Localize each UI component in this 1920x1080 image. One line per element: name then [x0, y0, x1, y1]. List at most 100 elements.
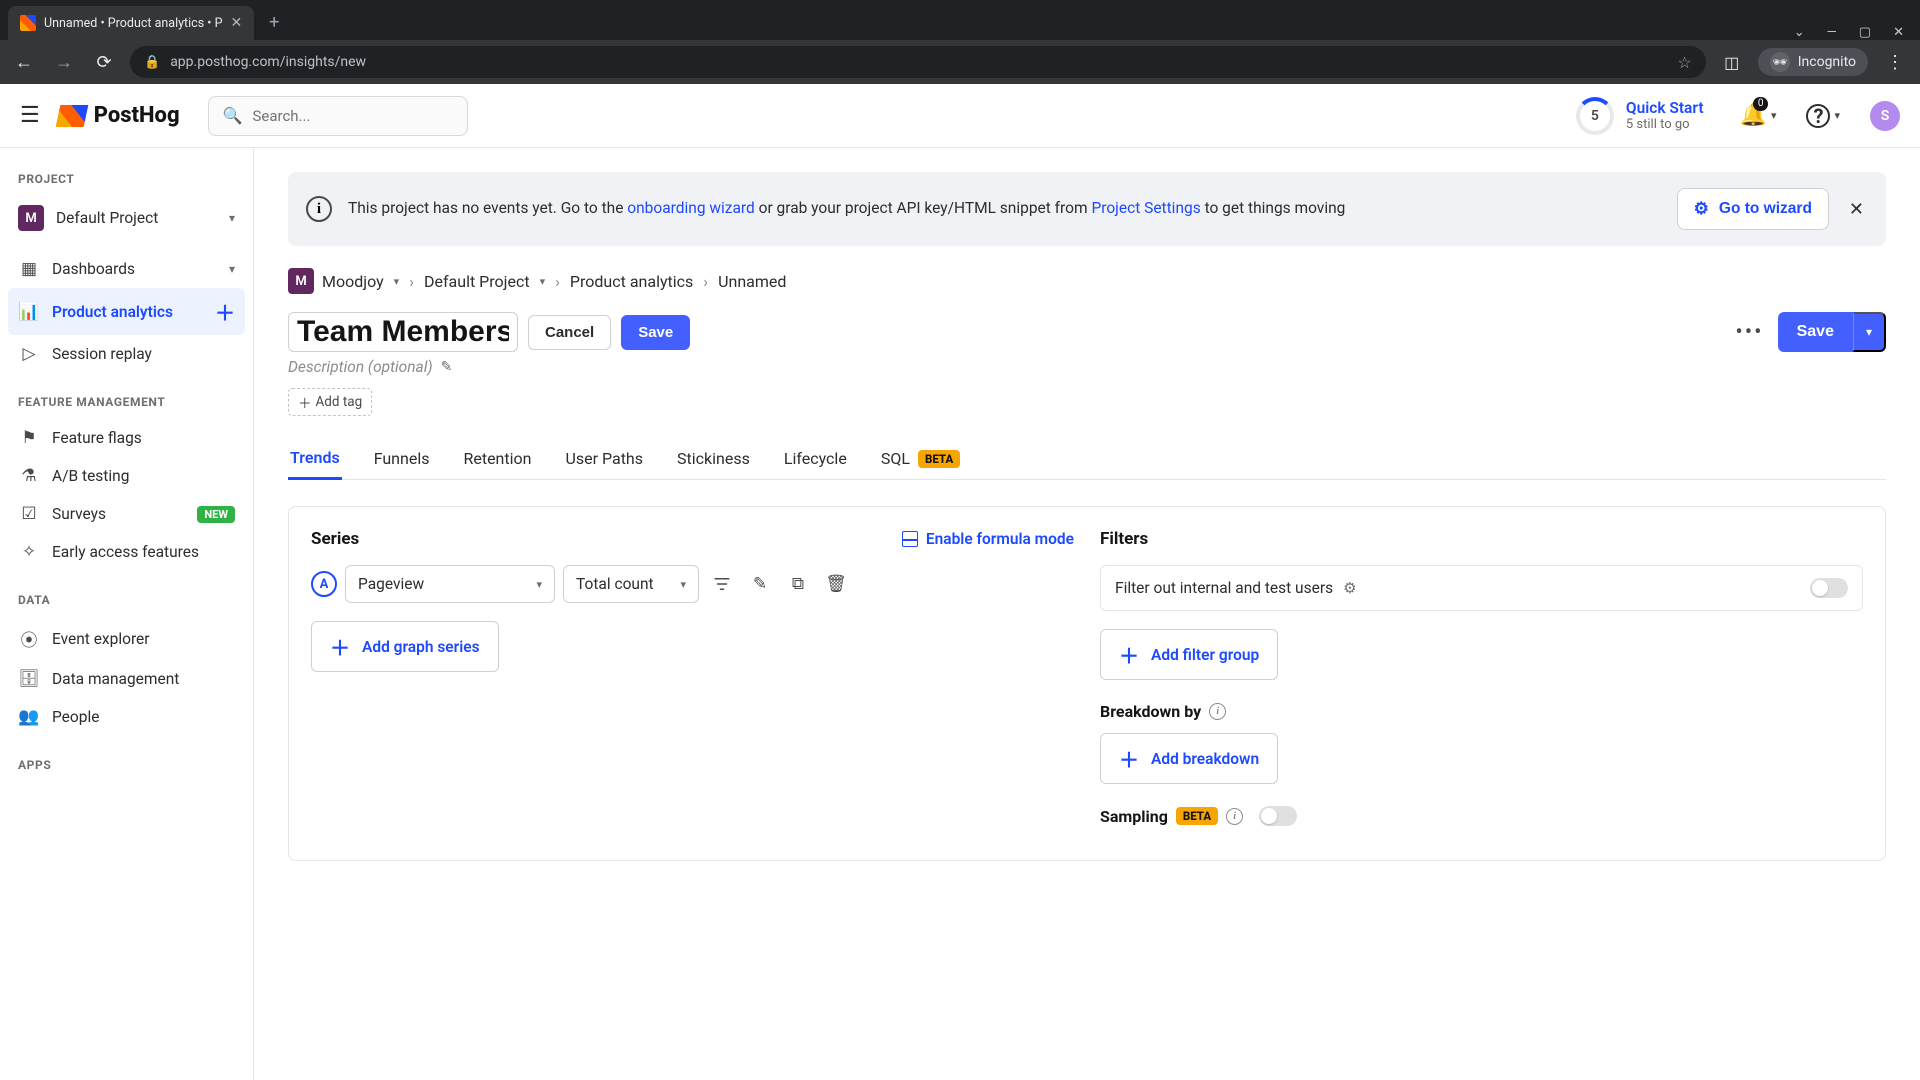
add-breakdown-button[interactable]: ＋ Add breakdown [1100, 733, 1278, 784]
series-heading: Series [311, 529, 359, 549]
window-minimize-button[interactable]: — [1827, 25, 1837, 40]
help-menu[interactable]: ? ▾ [1806, 104, 1840, 128]
incognito-chip[interactable]: 🕶 Incognito [1758, 48, 1868, 76]
nav-reload-button[interactable]: ⟳ [90, 48, 118, 76]
add-filter-group-button[interactable]: ＋ Add filter group [1100, 629, 1278, 680]
chevron-down-icon: ▾ [229, 262, 235, 276]
new-tab-button[interactable]: + [260, 8, 288, 36]
save-split-button: Save ▾ [1778, 312, 1886, 352]
tab-lifecycle[interactable]: Lifecycle [782, 438, 849, 479]
rename-series-button[interactable]: ✎ [745, 569, 775, 599]
project-avatar: M [18, 205, 44, 231]
replay-icon: ▷ [18, 344, 40, 364]
info-icon: i [306, 196, 332, 222]
flag-icon: ⚑ [18, 428, 40, 448]
title-save-button[interactable]: Save [621, 315, 690, 350]
tab-stickiness[interactable]: Stickiness [675, 438, 752, 479]
tab-close-icon[interactable]: ✕ [230, 15, 242, 31]
beta-badge: BETA [918, 450, 960, 468]
new-badge: NEW [197, 506, 235, 523]
event-select[interactable]: Pageview ▾ [345, 565, 555, 603]
window-maximize-button[interactable]: ▢ [1859, 25, 1871, 40]
nav-back-button[interactable]: ← [10, 48, 38, 76]
browser-tab[interactable]: Unnamed • Product analytics • P ✕ [8, 6, 254, 40]
omnibox[interactable]: 🔒 app.posthog.com/insights/new ☆ [130, 46, 1706, 78]
sidebar: PROJECT M Default Project ▾ ▦ Dashboards… [0, 148, 254, 1080]
sidebar-item-feature-flags[interactable]: ⚑ Feature flags [8, 419, 245, 457]
add-tag-button[interactable]: ＋Add tag [288, 388, 372, 416]
tab-sql[interactable]: SQL BETA [879, 438, 962, 479]
add-insight-button[interactable]: ＋ [215, 297, 235, 326]
save-dropdown-button[interactable]: ▾ [1853, 312, 1886, 352]
sidebar-item-dashboards[interactable]: ▦ Dashboards ▾ [8, 250, 245, 288]
database-icon: 🗄 [18, 669, 40, 689]
tab-user-paths[interactable]: User Paths [563, 438, 645, 479]
aggregation-select[interactable]: Total count ▾ [563, 565, 699, 603]
gear-icon[interactable]: ⚙ [1343, 579, 1356, 597]
sidebar-item-session-replay[interactable]: ▷ Session replay [8, 335, 245, 373]
sampling-toggle[interactable] [1259, 806, 1297, 826]
chevron-down-icon[interactable]: ▾ [394, 275, 400, 288]
breadcrumb: M Moodjoy ▾ › Default Project ▾ › Produc… [288, 268, 1886, 294]
people-icon: 👥 [18, 707, 40, 727]
filter-series-button[interactable] [707, 569, 737, 599]
onboarding-wizard-link[interactable]: onboarding wizard [627, 199, 755, 217]
info-icon[interactable]: i [1209, 703, 1226, 720]
breadcrumb-section[interactable]: Product analytics [570, 272, 693, 291]
brand-name: PostHog [94, 103, 180, 128]
sidebar-section-apps: APPS [8, 750, 245, 782]
edit-icon: ✎ [441, 359, 453, 375]
delete-series-button[interactable]: 🗑 [821, 569, 851, 599]
incognito-icon: 🕶 [1770, 52, 1790, 72]
banner-close-button[interactable]: ✕ [1845, 195, 1868, 224]
user-avatar[interactable]: S [1870, 101, 1900, 131]
chrome-menu-button[interactable]: ⋮ [1880, 52, 1910, 73]
sidebar-item-data-management[interactable]: 🗄 Data management [8, 660, 245, 698]
quick-start[interactable]: 5 Quick Start 5 still to go [1576, 97, 1704, 135]
sidebar-item-label: A/B testing [52, 467, 129, 485]
duplicate-series-button[interactable]: ⧉ [783, 569, 813, 599]
sidebar-section-project: PROJECT [8, 164, 245, 196]
project-settings-link[interactable]: Project Settings [1091, 199, 1200, 217]
bookmark-star-icon[interactable]: ☆ [1677, 53, 1691, 72]
brand-logo[interactable]: PostHog [58, 103, 180, 128]
filters-column: Filters Filter out internal and test use… [1100, 529, 1863, 838]
sidebar-item-early-access[interactable]: ✧ Early access features [8, 533, 245, 571]
tab-overflow-icon[interactable]: ⌄ [1794, 25, 1805, 40]
sidebar-item-ab-testing[interactable]: ⚗ A/B testing [8, 457, 245, 495]
title-cancel-button[interactable]: Cancel [528, 315, 611, 350]
notifications-button[interactable]: 🔔 0 ▾ [1740, 103, 1777, 128]
go-to-wizard-button[interactable]: ⚙ Go to wizard [1677, 188, 1829, 230]
sidebar-item-label: Surveys [52, 505, 106, 523]
info-icon[interactable]: i [1226, 808, 1243, 825]
sidebar-item-event-explorer[interactable]: ⦿ Event explorer [8, 617, 245, 660]
sidebar-item-surveys[interactable]: ☑ Surveys NEW [8, 495, 245, 533]
tab-trends[interactable]: Trends [288, 438, 342, 480]
beta-badge: BETA [1176, 807, 1218, 825]
window-close-button[interactable]: ✕ [1893, 25, 1904, 40]
sidebar-item-product-analytics[interactable]: 📊 Product analytics ＋ [8, 288, 245, 335]
org-avatar: M [288, 268, 314, 294]
enable-formula-mode-button[interactable]: Enable formula mode [902, 530, 1074, 548]
save-insight-button[interactable]: Save [1778, 312, 1853, 352]
more-actions-button[interactable]: ••• [1727, 316, 1771, 349]
survey-icon: ☑ [18, 504, 40, 524]
sidebar-project-selector[interactable]: M Default Project ▾ [8, 196, 245, 240]
nav-forward-button: → [50, 48, 78, 76]
banner-message: This project has no events yet. Go to th… [348, 197, 1661, 220]
lock-icon: 🔒 [144, 55, 160, 70]
extensions-icon[interactable]: ◫ [1718, 48, 1746, 76]
chevron-down-icon[interactable]: ▾ [540, 275, 546, 288]
add-graph-series-button[interactable]: ＋ Add graph series [311, 621, 499, 672]
global-search[interactable]: 🔍 Search... [208, 96, 468, 136]
menu-toggle-button[interactable]: ☰ [20, 103, 40, 128]
sidebar-item-people[interactable]: 👥 People [8, 698, 245, 736]
description-field[interactable]: Description (optional) ✎ [288, 358, 1886, 376]
internal-filter-toggle[interactable] [1810, 578, 1848, 598]
tab-retention[interactable]: Retention [461, 438, 533, 479]
favicon-icon [20, 15, 36, 31]
breadcrumb-project[interactable]: Default Project ▾ [424, 272, 545, 291]
tab-funnels[interactable]: Funnels [372, 438, 432, 479]
breadcrumb-org[interactable]: M Moodjoy ▾ [288, 268, 399, 294]
insight-title-input[interactable] [288, 312, 518, 352]
